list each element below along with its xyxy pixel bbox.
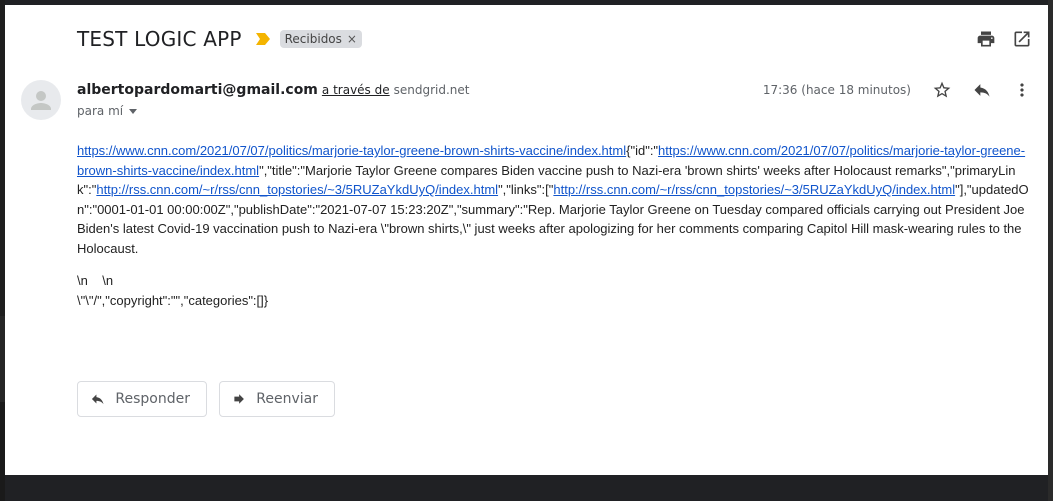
email-subject: TEST LOGIC APP (77, 27, 242, 51)
person-icon (31, 91, 51, 110)
print-icon[interactable] (976, 29, 996, 49)
via-domain: sendgrid.net (393, 83, 470, 97)
sender-email[interactable]: albertopardomarti@gmail.com (77, 82, 318, 98)
body-line: \"\"/","copyright":"","categories":[]} (77, 292, 269, 308)
message-actions (932, 80, 1032, 100)
body-link[interactable]: https://www.cnn.com/2021/07/07/politics/… (77, 143, 626, 158)
reply-button[interactable]: Responder (77, 381, 207, 417)
importance-marker-icon[interactable] (255, 33, 270, 45)
forward-icon (234, 394, 244, 404)
label-chip-inbox: Recibidos × (279, 30, 362, 48)
recipient-text: para mí (77, 104, 124, 118)
open-in-new-window-icon[interactable] (1012, 29, 1032, 49)
more-vert-icon[interactable] (1012, 80, 1032, 100)
forward-button[interactable]: Reenviar (219, 381, 335, 417)
message-toolbar (976, 29, 1032, 49)
subject-row: TEST LOGIC APP Recibidos × (77, 26, 362, 52)
body-link[interactable]: http://rss.cnn.com/~r/rss/cnn_topstories… (553, 182, 955, 197)
forward-button-label: Reenviar (256, 391, 318, 407)
scrollbar-track[interactable] (1048, 0, 1053, 501)
avatar (21, 80, 61, 120)
via-link[interactable]: a través de (322, 83, 390, 97)
body-line: \n \n (77, 273, 114, 288)
body-paragraph: https://www.cnn.com/2021/07/07/politics/… (77, 141, 1029, 258)
message-timestamp: 17:36 (hace 18 minutos) (762, 83, 911, 97)
email-view: TEST LOGIC APP Recibidos × albertopardom… (5, 5, 1048, 475)
message-body: https://www.cnn.com/2021/07/07/politics/… (77, 141, 1029, 310)
body-text-run: ","links":[" (498, 182, 554, 197)
reply-actions: Responder Reenviar (77, 381, 335, 417)
body-text-run: {"id":" (626, 143, 659, 158)
reply-button-label: Responder (115, 391, 190, 407)
reply-icon (91, 394, 104, 405)
caret-down-icon (129, 108, 138, 114)
star-icon[interactable] (932, 80, 952, 100)
remove-label-button[interactable]: × (347, 32, 357, 46)
label-chip-text: Recibidos (284, 32, 342, 46)
recipient-details-toggle[interactable]: para mí (77, 104, 138, 118)
body-link[interactable]: http://rss.cnn.com/~r/rss/cnn_topstories… (96, 182, 498, 197)
reply-icon[interactable] (972, 80, 992, 100)
sender-row: albertopardomarti@gmail.com a través de … (77, 82, 470, 98)
